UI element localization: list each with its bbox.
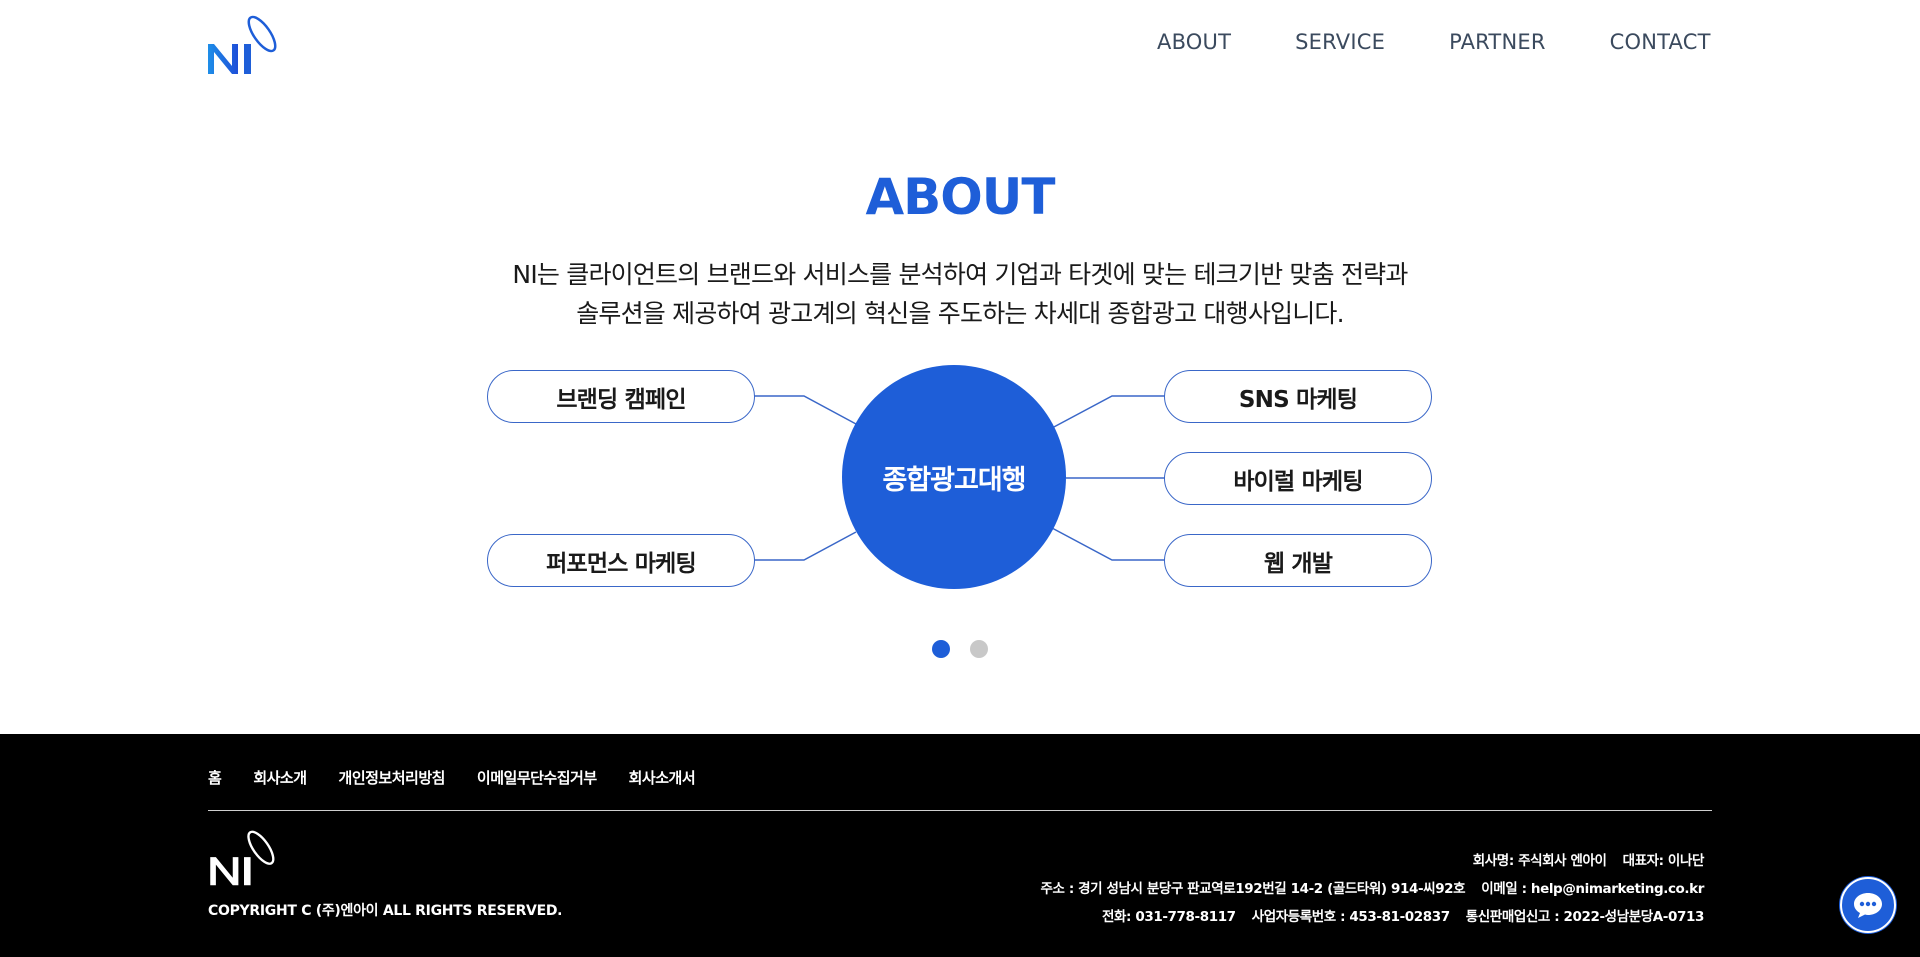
chat-button[interactable]: [1840, 877, 1896, 933]
company-email: 이메일 : help@nimarketing.co.kr: [1481, 881, 1704, 897]
service-pill-web: 웹 개발: [1164, 534, 1432, 587]
service-pill-performance: 퍼포먼스 마케팅: [487, 534, 755, 587]
connector-performance: [754, 531, 857, 561]
company-info-line-1: 회사명: 주식회사 엔아이 대표자: 이나단: [1040, 847, 1705, 875]
site-footer: 홈 회사소개 개인정보처리방침 이메일무단수집거부 회사소개서 COPYRIGH…: [0, 734, 1920, 957]
main-nav: ABOUT SERVICE PARTNER CONTACT: [1157, 30, 1711, 54]
slider-pagination: [932, 640, 988, 658]
about-description: NI는 클라이언트의 브랜드와 서비스를 분석하여 기업과 타겟에 맞는 테크기…: [360, 255, 1560, 333]
connector-branding: [754, 395, 857, 425]
chat-bubble-icon: [1854, 893, 1882, 918]
ni-logo-white-icon: [210, 830, 275, 886]
site-header: ABOUT SERVICE PARTNER CONTACT: [0, 0, 1920, 100]
company-address: 주소 : 경기 성남시 분당구 판교역로192번길 14-2 (골드타워) 91…: [1040, 881, 1466, 897]
nav-partner[interactable]: PARTNER: [1449, 30, 1546, 54]
slider-dot-2[interactable]: [970, 640, 988, 658]
footer-logo: [208, 829, 280, 889]
service-pill-sns: SNS 마케팅: [1164, 370, 1432, 423]
footer-link-home[interactable]: 홈: [208, 767, 222, 788]
company-mail-order: 통신판매업신고 : 2022-성남분당A-0713: [1465, 909, 1705, 925]
company-name: 회사명: 주식회사 엔아이: [1472, 853, 1607, 869]
nav-about[interactable]: ABOUT: [1157, 30, 1231, 54]
footer-link-privacy[interactable]: 개인정보처리방침: [339, 767, 446, 788]
connector-sns: [1051, 395, 1166, 429]
about-title: ABOUT: [865, 168, 1055, 226]
footer-link-brochure[interactable]: 회사소개서: [629, 767, 696, 788]
company-ceo: 대표자: 이나단: [1622, 853, 1705, 869]
footer-divider: [208, 810, 1712, 811]
company-phone: 전화: 031-778-8117: [1102, 909, 1236, 925]
company-info: 회사명: 주식회사 엔아이 대표자: 이나단 주소 : 경기 성남시 분당구 판교…: [1040, 847, 1704, 931]
service-pill-branding: 브랜딩 캠페인: [487, 370, 755, 423]
ni-logo-icon: [208, 15, 277, 74]
about-description-line-1: NI는 클라이언트의 브랜드와 서비스를 분석하여 기업과 타겟에 맞는 테크기…: [512, 260, 1408, 289]
footer-links: 홈 회사소개 개인정보처리방침 이메일무단수집거부 회사소개서: [208, 767, 727, 788]
company-business-reg: 사업자등록번호 : 453-81-02837: [1251, 909, 1450, 925]
company-info-line-3: 전화: 031-778-8117 사업자등록번호 : 453-81-02837 통신…: [1040, 903, 1704, 931]
copyright: COPYRIGHT C (주)엔아이 ALL RIGHTS RESERVED.: [208, 903, 563, 919]
footer-link-email-refusal[interactable]: 이메일무단수집거부: [477, 767, 597, 788]
nav-contact[interactable]: CONTACT: [1610, 30, 1711, 54]
nav-service[interactable]: SERVICE: [1295, 30, 1385, 54]
connector-web: [1051, 527, 1166, 561]
service-pill-viral: 바이럴 마케팅: [1164, 452, 1432, 505]
slider-dot-1[interactable]: [932, 640, 950, 658]
center-circle: 종합광고대행: [842, 365, 1066, 589]
footer-link-company[interactable]: 회사소개: [253, 767, 307, 788]
logo[interactable]: [206, 14, 282, 78]
about-description-line-2: 솔루션을 제공하여 광고계의 혁신을 주도하는 차세대 종합광고 대행사입니다.: [576, 299, 1344, 328]
company-info-line-2: 주소 : 경기 성남시 분당구 판교역로192번길 14-2 (골드타워) 91…: [1040, 875, 1704, 903]
service-diagram: 브랜딩 캠페인 퍼포먼스 마케팅 종합광고대행 SNS 마케팅 바이럴 마케팅 …: [486, 364, 1434, 594]
